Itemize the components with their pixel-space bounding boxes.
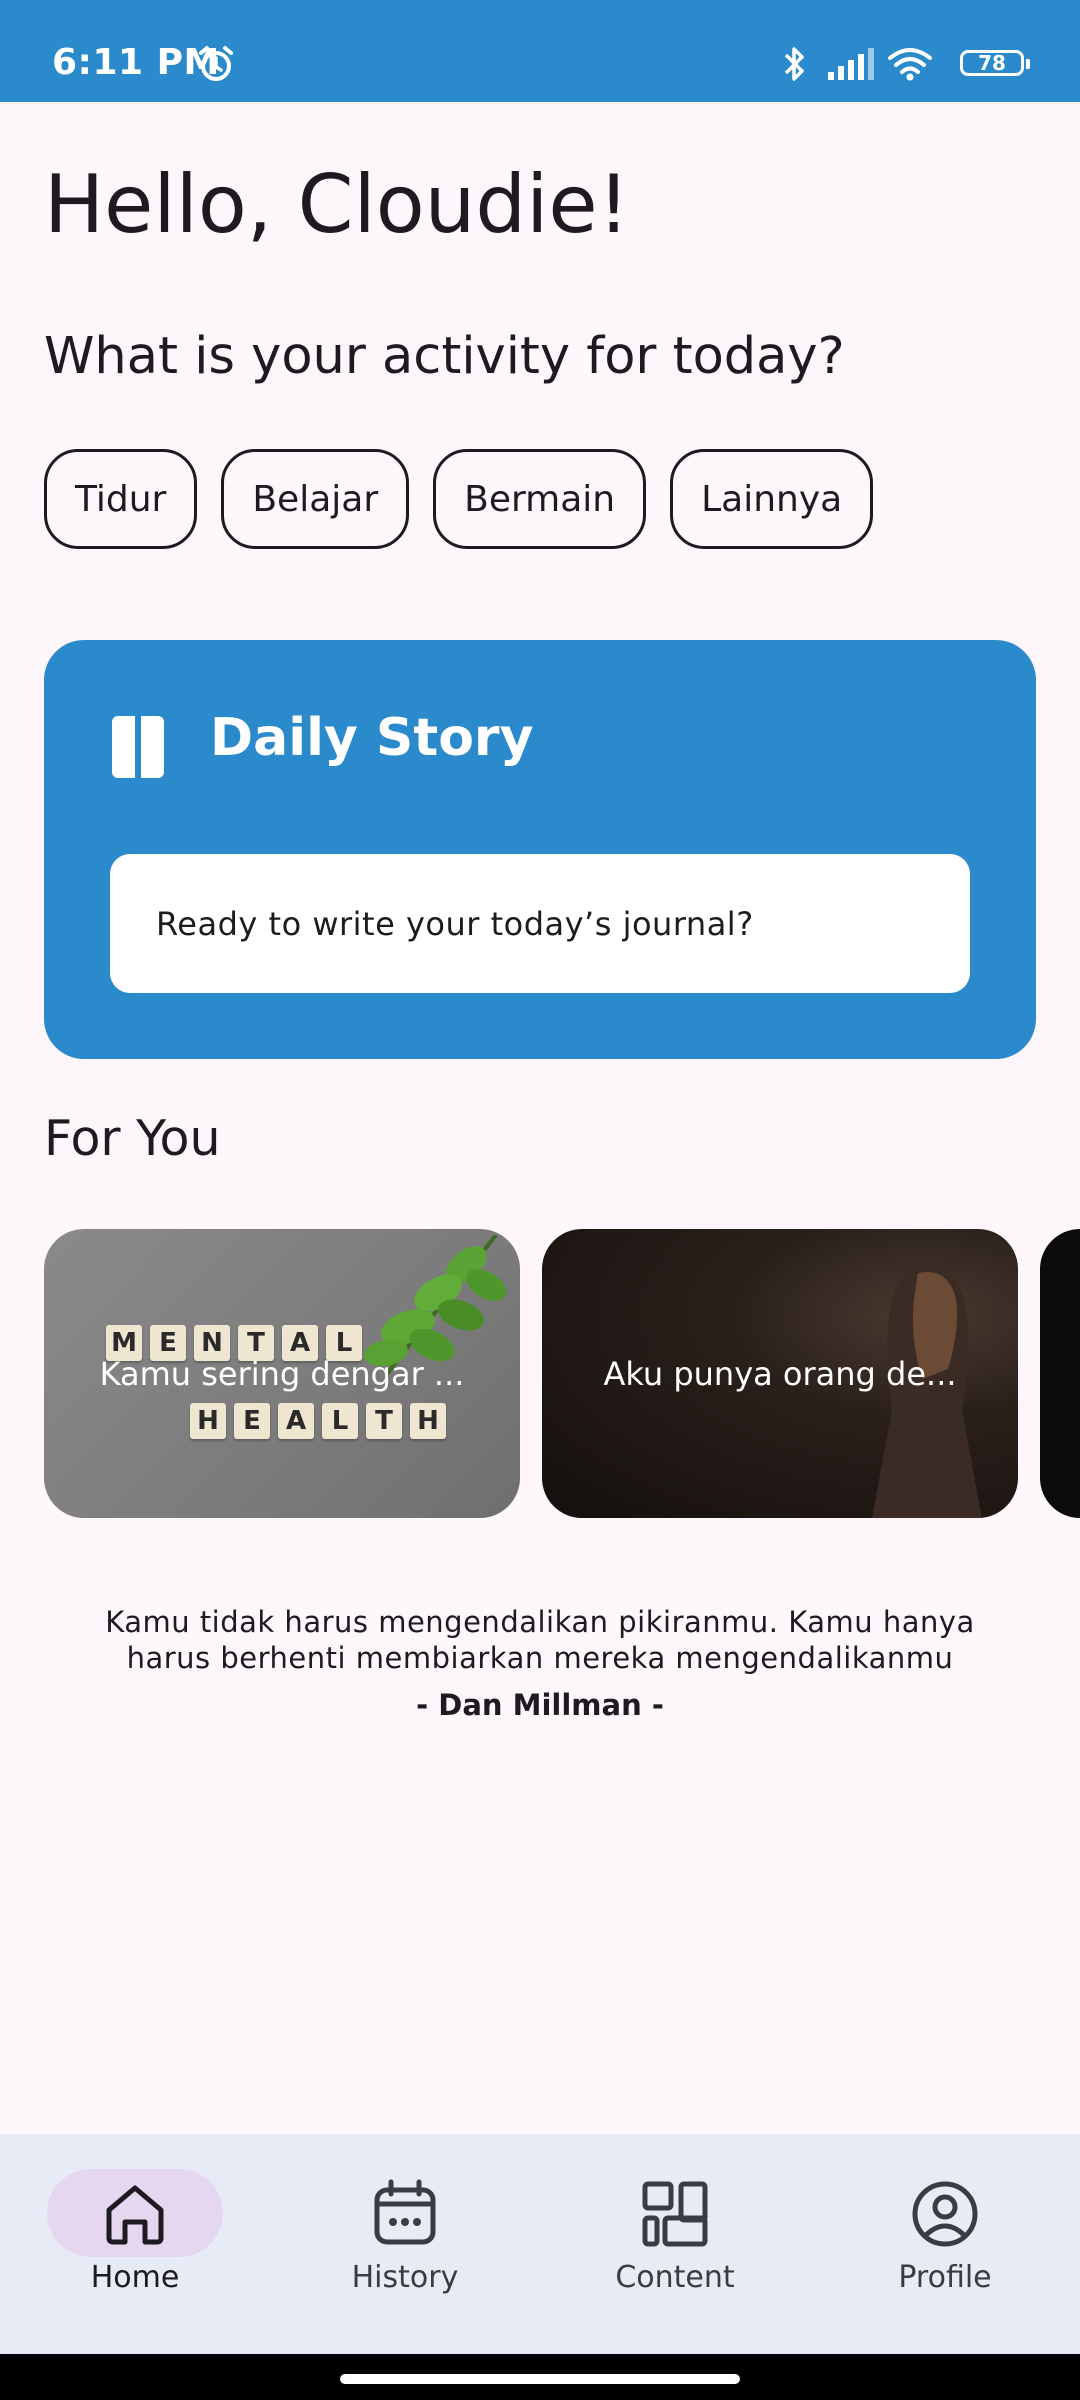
for-you-title: For You xyxy=(44,1110,221,1167)
quote-author: - Dan Millman - xyxy=(416,1688,664,1722)
chip-belajar[interactable]: Belajar xyxy=(221,449,410,549)
content-card[interactable] xyxy=(1040,1229,1080,1518)
chip-bermain[interactable]: Bermain xyxy=(433,449,647,549)
status-time: 6:11 PM xyxy=(52,42,220,83)
wifi-icon xyxy=(888,48,932,81)
signal-icon xyxy=(828,48,874,80)
journal-prompt-button[interactable]: Ready to write your today’s journal? xyxy=(110,854,970,993)
status-bar: 6:11 PM 78 xyxy=(0,0,1080,102)
nav-item-home[interactable]: Home xyxy=(0,2134,270,2354)
activity-prompt: What is your activity for today? xyxy=(44,327,845,386)
daily-story-title: Daily Story xyxy=(210,708,534,768)
nav-item-content[interactable]: Content xyxy=(540,2134,810,2354)
bluetooth-icon xyxy=(784,47,804,81)
home-icon xyxy=(106,2185,164,2245)
book-icon xyxy=(112,716,164,778)
activity-chips: Tidur Belajar Bermain Lainnya xyxy=(44,449,874,549)
nav-label-content: Content xyxy=(615,2260,735,2295)
nav-label-profile: Profile xyxy=(898,2260,992,2295)
bottom-navigation: Home History Content Profile xyxy=(0,2134,1080,2354)
journal-prompt-text: Ready to write your today’s journal? xyxy=(156,904,754,943)
calendar-icon xyxy=(374,2179,436,2245)
nav-label-home: Home xyxy=(90,2260,180,2295)
chip-tidur[interactable]: Tidur xyxy=(44,449,198,549)
chip-lainnya[interactable]: Lainnya xyxy=(670,449,874,549)
content-card-title: Aku punya orang de... xyxy=(603,1354,957,1393)
profile-icon xyxy=(912,2181,978,2247)
gesture-handle[interactable] xyxy=(340,2374,740,2384)
daily-story-card: Daily Story Ready to write your today’s … xyxy=(44,640,1036,1059)
alarm-icon xyxy=(199,46,233,81)
nav-item-history[interactable]: History xyxy=(270,2134,540,2354)
quote-text: Kamu tidak harus mengendalikan pikiranmu… xyxy=(105,1605,975,1675)
for-you-carousel[interactable]: M E N T A L H E A L T H Kamu sering deng… xyxy=(44,1229,1080,1519)
content-card-title: Kamu sering dengar ... xyxy=(99,1354,465,1393)
battery-icon: 78 xyxy=(960,50,1030,76)
nav-label-history: History xyxy=(351,2260,459,2295)
content-card[interactable]: Aku punya orang de... xyxy=(542,1229,1018,1518)
nav-item-profile[interactable]: Profile xyxy=(810,2134,1080,2354)
dashboard-icon xyxy=(642,2181,708,2247)
greeting-title: Hello, Cloudie! xyxy=(44,158,630,251)
gesture-area xyxy=(0,2354,1080,2400)
content-card[interactable]: M E N T A L H E A L T H Kamu sering deng… xyxy=(44,1229,520,1518)
